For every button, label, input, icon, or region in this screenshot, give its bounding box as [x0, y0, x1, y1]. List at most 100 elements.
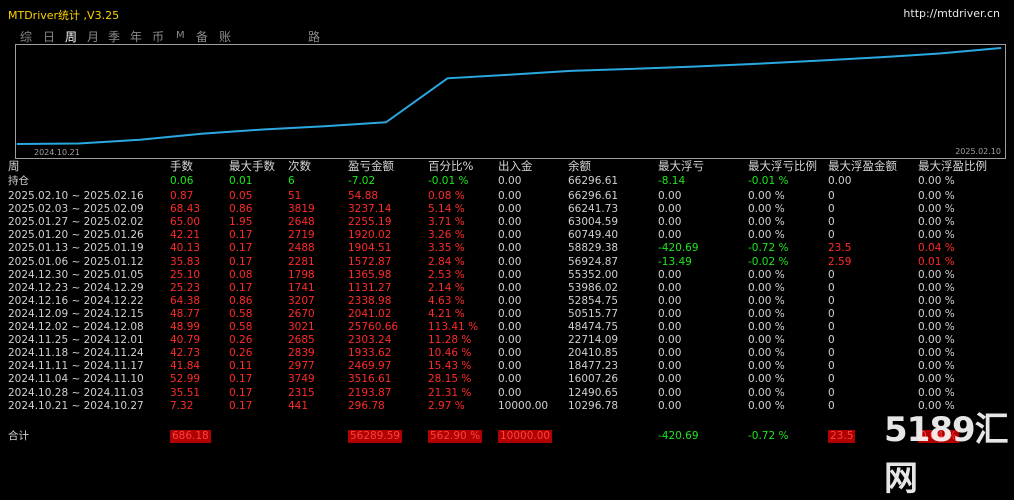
row-cell-period: 2024.12.30 ~ 2025.01.05 [8, 268, 144, 281]
total-cell-pct: 562.90 % [428, 430, 483, 443]
total-cell-lots: 686.18 [170, 430, 211, 443]
row-cell-max_lots: 0.26 [229, 347, 253, 360]
row-cell-pct: 2.84 % [428, 255, 465, 268]
header-cell: 最大浮亏比例 [748, 159, 817, 173]
tab-2[interactable]: 周 [65, 28, 77, 45]
row-cell-max_lots: 0.58 [229, 321, 253, 333]
row-cell-pnl: 2255.19 [348, 216, 392, 229]
header-cell: 周 [8, 159, 20, 173]
row-cell-io: 0.00 [498, 255, 522, 268]
tab-3[interactable]: 月 [87, 28, 99, 45]
row-cell-pnl: 1933.62 [348, 347, 392, 360]
tab-6[interactable]: 币 [152, 28, 164, 45]
position-cell-max_lots: 0.01 [229, 175, 253, 187]
tab-5[interactable]: 年 [130, 28, 142, 45]
row-cell-period: 2024.12.16 ~ 2024.12.22 [8, 294, 144, 307]
row-cell-max_lots: 1.95 [229, 216, 253, 229]
row-cell-period: 2024.10.21 ~ 2024.10.27 [8, 399, 144, 412]
row-cell-io: 0.00 [498, 190, 522, 202]
total-cell-io: 10000.00 [498, 430, 553, 443]
tab-7[interactable]: M [176, 30, 185, 41]
row-cell-max_dd: 0.00 [658, 307, 682, 320]
row-cell-max_fp_pct: 0.00 % [918, 373, 955, 386]
row-cell-count: 2670 [288, 307, 315, 320]
row-cell-period: 2024.12.23 ~ 2024.12.29 [8, 281, 144, 294]
row-cell-io: 0.00 [498, 321, 522, 333]
row-cell-io: 0.00 [498, 386, 522, 399]
header-cell: 出入金 [498, 159, 533, 173]
row-cell-pnl: 1131.27 [348, 281, 392, 294]
row-cell-lots: 64.38 [170, 294, 201, 307]
row-cell-max_lots: 0.11 [229, 360, 253, 373]
row-cell-count: 3819 [288, 203, 315, 216]
row-cell-count: 1798 [288, 268, 315, 281]
row-cell-max_fp: 23.5 [828, 242, 852, 255]
row-cell-max_fp: 0 [828, 399, 835, 412]
row-cell-max_lots: 0.17 [229, 242, 253, 255]
row-cell-count: 1741 [288, 281, 315, 294]
header-cell: 余额 [568, 159, 591, 173]
total-cell-pnl: 56289.59 [348, 430, 403, 443]
row-cell-io: 0.00 [498, 307, 522, 320]
row-cell-io: 0.00 [498, 216, 522, 229]
row-cell-lots: 0.87 [170, 190, 194, 202]
row-cell-max_fp: 0 [828, 347, 835, 360]
header-cell: 百分比% [428, 159, 474, 173]
table-row: 2024.11.18 ~ 2024.11.24 42.73 0.26 2839 1933… [8, 347, 1008, 360]
row-cell-pct: 5.14 % [428, 203, 465, 216]
chart-x-start-label: 2024.10.21 [34, 148, 80, 157]
header-cell: 最大浮盈金额 [828, 159, 897, 173]
row-cell-pnl: 3237.14 [348, 203, 392, 216]
row-cell-max_dd_pct: 0.00 % [748, 229, 785, 242]
row-cell-max_dd: 0.00 [658, 399, 682, 412]
site-link[interactable]: http://mtdriver.cn [903, 7, 1000, 20]
row-cell-pct: 113.41 % [428, 321, 479, 333]
balance-point [324, 125, 325, 127]
row-cell-max_dd: 0.00 [658, 216, 682, 229]
tab-0[interactable]: 综 [20, 28, 32, 45]
balance-point [1000, 47, 1002, 49]
table-row: 2025.02.03 ~ 2025.02.09 68.43 0.86 3819 3237… [8, 203, 1008, 216]
header-cell: 最大手数 [229, 159, 275, 173]
row-cell-count: 2719 [288, 229, 315, 242]
title-bar: MTDriver统计 ,V3.25 http://mtdriver.cn [0, 0, 1014, 26]
row-cell-max_lots: 0.86 [229, 203, 253, 216]
row-cell-count: 2281 [288, 255, 315, 268]
row-cell-max_fp_pct: 0.00 % [918, 347, 955, 360]
position-cell-lots: 0.06 [170, 175, 194, 187]
row-cell-max_dd_pct: 0.00 % [748, 307, 785, 320]
row-cell-period: 2025.02.10 ~ 2025.02.16 [8, 190, 144, 202]
tab-1[interactable]: 日 [43, 28, 55, 45]
row-cell-max_fp: 0 [828, 281, 835, 294]
row-cell-lots: 40.79 [170, 334, 201, 347]
row-cell-period: 2024.11.18 ~ 2024.11.24 [8, 347, 144, 360]
row-cell-pnl: 54.88 [348, 190, 379, 202]
row-cell-max_fp: 0 [828, 216, 835, 229]
row-cell-count: 2488 [288, 242, 315, 255]
row-cell-io: 0.00 [498, 360, 522, 373]
tab-8[interactable]: 备 [196, 28, 208, 45]
row-cell-max_fp: 0 [828, 360, 835, 373]
position-cell-max_dd_pct: -0.01 % [748, 175, 789, 187]
row-cell-max_fp: 0 [828, 294, 835, 307]
row-cell-max_fp_pct: 0.00 % [918, 203, 955, 216]
row-cell-io: 0.00 [498, 347, 522, 360]
row-cell-pnl: 1365.98 [348, 268, 392, 281]
table-row: 2024.12.23 ~ 2024.12.29 25.23 0.17 1741 1131… [8, 282, 1008, 295]
row-cell-max_fp: 2.59 [828, 255, 852, 268]
tab-4[interactable]: 季 [108, 28, 120, 45]
row-cell-balance: 18477.23 [568, 360, 619, 373]
row-cell-max_dd_pct: -0.02 % [748, 255, 789, 268]
row-cell-max_lots: 0.17 [229, 399, 253, 412]
app-title: MTDriver统计 ,V3.25 [8, 9, 120, 22]
table-row: 2024.12.16 ~ 2024.12.22 64.38 0.86 3207 2338… [8, 295, 1008, 308]
row-cell-count: 2839 [288, 347, 315, 360]
balance-point [631, 68, 633, 70]
row-cell-lots: 40.13 [170, 242, 201, 255]
row-cell-pct: 2.97 % [428, 399, 465, 412]
row-cell-balance: 10296.78 [568, 399, 619, 412]
row-cell-pct: 10.46 % [428, 347, 472, 360]
row-cell-max_fp: 0 [828, 203, 835, 216]
row-cell-max_dd: -420.69 [658, 242, 699, 255]
header-cell: 盈亏金额 [348, 159, 394, 173]
